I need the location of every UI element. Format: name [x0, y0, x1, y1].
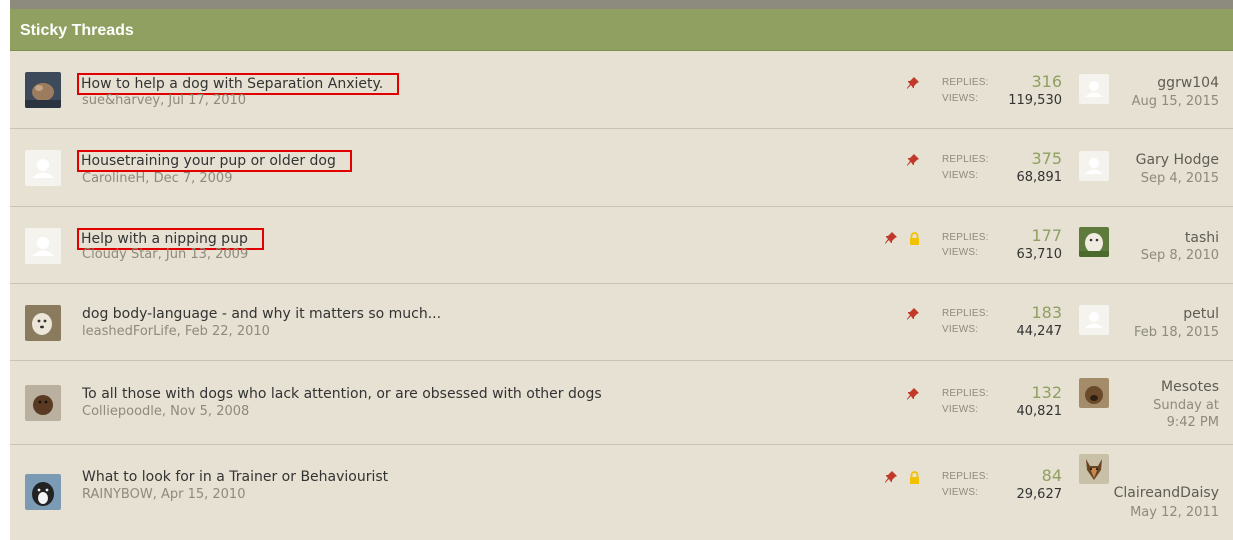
thread-status-icons: [900, 385, 920, 401]
pin-icon: [906, 306, 920, 325]
author-avatar[interactable]: [25, 228, 61, 264]
last-poster-name[interactable]: ggrw104: [1157, 75, 1219, 91]
thread-title-link[interactable]: dog body-language - and why it matters s…: [82, 306, 441, 322]
thread-meta: Cloudy Star, Jun 13, 2009: [82, 247, 249, 262]
thread-status-icons: [900, 305, 920, 321]
views-label: VIEWS:: [942, 93, 979, 104]
pin-icon: [906, 75, 920, 94]
pin-icon: [884, 469, 898, 488]
section-header: Sticky Threads: [10, 9, 1233, 51]
last-poster-avatar[interactable]: [1079, 227, 1109, 257]
top-bar: [10, 0, 1233, 9]
thread-title-link[interactable]: What to look for in a Trainer or Behavio…: [82, 469, 388, 485]
last-poster-avatar[interactable]: [1079, 378, 1109, 408]
views-count: 63,710: [1016, 247, 1063, 262]
author-avatar[interactable]: [25, 385, 61, 421]
thread-date: Feb 22, 2010: [184, 324, 270, 339]
last-poster-name[interactable]: Gary Hodge: [1136, 152, 1219, 168]
thread-author[interactable]: Colliepoodle: [82, 404, 162, 419]
thread-date: Jul 17, 2010: [168, 93, 247, 108]
last-post-date[interactable]: Feb 18, 2015: [1124, 324, 1219, 341]
thread-author[interactable]: leashedForLife: [82, 324, 177, 339]
views-count: 119,530: [1008, 93, 1062, 108]
thread-status-icons: [878, 468, 920, 484]
last-poster-avatar[interactable]: [1079, 305, 1109, 335]
thread-row[interactable]: What to look for in a Trainer or Behavio…: [10, 445, 1233, 540]
thread-date: Jun 13, 2009: [165, 247, 249, 262]
replies-count: 316: [1031, 72, 1062, 91]
section-title: Sticky Threads: [20, 22, 134, 39]
replies-label: REPLIES:: [942, 154, 989, 165]
last-poster-avatar[interactable]: [1079, 454, 1109, 484]
thread-meta: CarolineH, Dec 7, 2009: [82, 171, 233, 186]
last-poster-name[interactable]: ClaireandDaisy: [1114, 485, 1219, 501]
lock-icon: [909, 230, 920, 249]
thread-row[interactable]: dog body-language - and why it matters s…: [10, 284, 1233, 361]
last-poster-avatar[interactable]: [1079, 74, 1109, 104]
pin-icon: [906, 386, 920, 405]
thread-row[interactable]: To all those with dogs who lack attentio…: [10, 361, 1233, 445]
thread-author[interactable]: CarolineH: [82, 171, 145, 186]
views-label: VIEWS:: [942, 170, 979, 181]
views-count: 40,821: [1016, 404, 1063, 419]
views-count: 44,247: [1016, 324, 1063, 339]
pin-icon: [884, 230, 898, 249]
thread-title-link[interactable]: Help with a nipping pup: [77, 228, 264, 250]
views-label: VIEWS:: [942, 324, 979, 335]
thread-date: Nov 5, 2008: [170, 404, 250, 419]
replies-label: REPLIES:: [942, 77, 989, 88]
author-avatar[interactable]: [25, 474, 61, 510]
last-post-date[interactable]: Sunday at 9:42 PM: [1124, 397, 1219, 431]
last-poster-name[interactable]: tashi: [1185, 230, 1219, 246]
replies-count: 177: [1031, 226, 1062, 245]
thread-meta: RAINYBOW, Apr 15, 2010: [82, 487, 246, 502]
views-count: 29,627: [1016, 487, 1063, 502]
thread-row[interactable]: How to help a dog with Separation Anxiet…: [10, 51, 1233, 129]
pin-icon: [906, 152, 920, 171]
author-avatar[interactable]: [25, 150, 61, 186]
replies-label: REPLIES:: [942, 232, 989, 243]
thread-author[interactable]: Cloudy Star: [82, 247, 158, 262]
last-poster-name[interactable]: Mesotes: [1161, 379, 1219, 395]
replies-label: REPLIES:: [942, 471, 989, 482]
thread-status-icons: [900, 151, 920, 167]
last-poster-name[interactable]: petul: [1183, 306, 1219, 322]
views-label: VIEWS:: [942, 487, 979, 498]
thread-status-icons: [900, 74, 920, 90]
thread-title-link[interactable]: Housetraining your pup or older dog: [77, 150, 352, 172]
last-post-date[interactable]: Sep 8, 2010: [1124, 247, 1219, 264]
thread-title-link[interactable]: How to help a dog with Separation Anxiet…: [76, 73, 400, 95]
views-count: 68,891: [1016, 170, 1063, 185]
replies-count: 84: [1041, 466, 1062, 485]
replies-label: REPLIES:: [942, 388, 989, 399]
views-label: VIEWS:: [942, 404, 979, 415]
thread-meta: sue&harvey, Jul 17, 2010: [82, 93, 247, 108]
thread-row[interactable]: Help with a nipping pup Cloudy Star, Jun…: [10, 207, 1233, 284]
last-post-date[interactable]: May 12, 2011: [1124, 504, 1219, 521]
replies-count: 375: [1031, 149, 1062, 168]
last-poster-avatar[interactable]: [1079, 151, 1109, 181]
author-avatar[interactable]: [25, 72, 61, 108]
thread-author[interactable]: sue&harvey: [82, 93, 160, 108]
thread-row[interactable]: Housetraining your pup or older dog Caro…: [10, 129, 1233, 207]
thread-meta: leashedForLife, Feb 22, 2010: [82, 324, 270, 339]
thread-author[interactable]: RAINYBOW: [82, 487, 153, 502]
thread-status-icons: [878, 229, 920, 245]
replies-count: 183: [1031, 303, 1062, 322]
replies-label: REPLIES:: [942, 308, 989, 319]
thread-meta: Colliepoodle, Nov 5, 2008: [82, 404, 250, 419]
last-post-date[interactable]: Aug 15, 2015: [1124, 93, 1219, 110]
thread-date: Apr 15, 2010: [160, 487, 246, 502]
last-post-date[interactable]: Sep 4, 2015: [1124, 170, 1219, 187]
author-avatar[interactable]: [25, 305, 61, 341]
thread-date: Dec 7, 2009: [153, 171, 233, 186]
views-label: VIEWS:: [942, 247, 979, 258]
lock-icon: [909, 469, 920, 488]
replies-count: 132: [1031, 383, 1062, 402]
thread-title-link[interactable]: To all those with dogs who lack attentio…: [82, 386, 602, 402]
